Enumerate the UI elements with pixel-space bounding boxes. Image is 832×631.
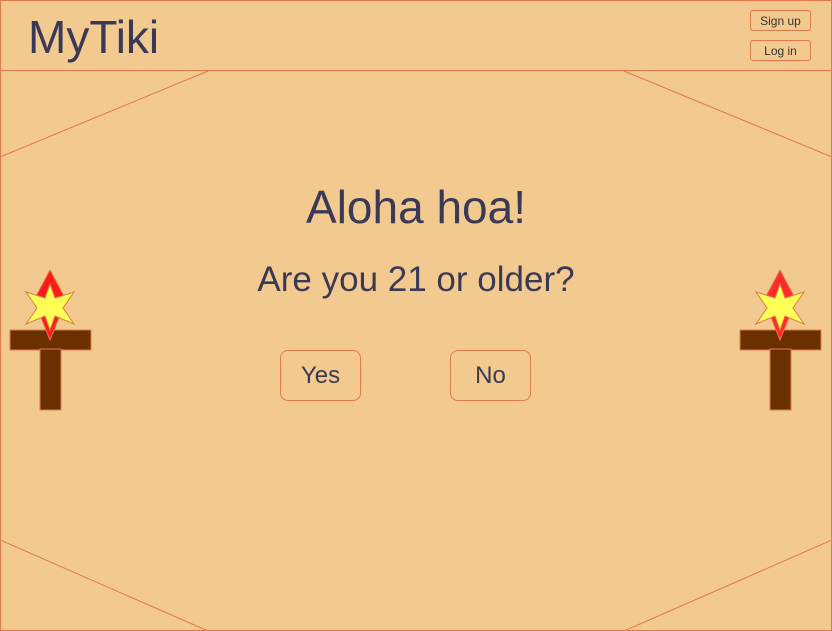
decorative-lines — [0, 70, 832, 631]
yes-button[interactable]: Yes — [280, 350, 361, 401]
no-button[interactable]: No — [450, 350, 531, 401]
page-title: Aloha hoa! — [306, 181, 526, 233]
log-in-button[interactable]: Log in — [750, 40, 811, 61]
app-logo: MyTiki — [28, 11, 160, 63]
header: MyTiki Sign up Log in — [0, 0, 832, 71]
sign-up-button[interactable]: Sign up — [750, 10, 811, 31]
age-question: Are you 21 or older? — [257, 260, 575, 299]
